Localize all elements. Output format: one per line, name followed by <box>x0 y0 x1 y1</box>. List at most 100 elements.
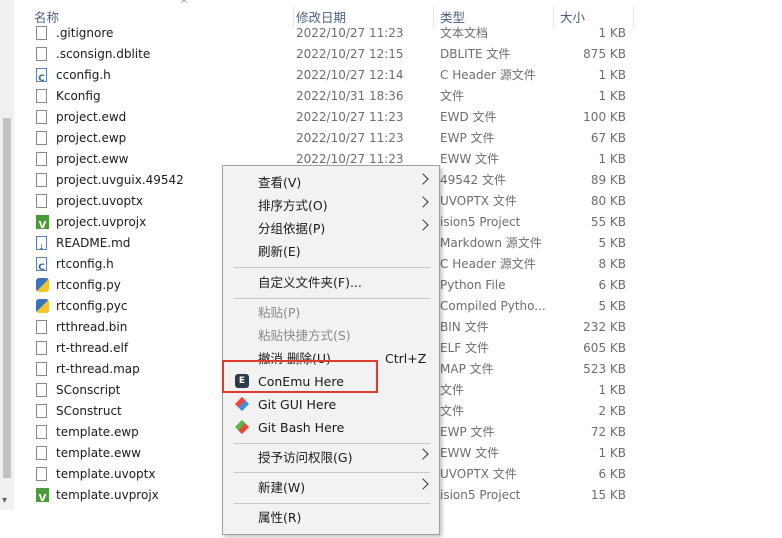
scroll-down-arrow-icon[interactable]: ▾ <box>2 496 7 506</box>
vertical-scrollbar[interactable]: ▾ <box>0 0 14 510</box>
file-date: 2022/10/31 18:36 <box>296 89 404 103</box>
file-size: 6 KB <box>598 467 626 481</box>
file-type: DBLITE 文件 <box>440 47 511 61</box>
file-name: template.ewp <box>56 425 139 439</box>
file-name: project.uvprojx <box>56 215 147 229</box>
file-type: EWW 文件 <box>440 446 500 460</box>
file-row[interactable]: Ccconfig.h 2022/10/27 12:14 C Header 源文件 1 … <box>14 65 782 86</box>
file-type: EWP 文件 <box>440 425 495 439</box>
file-date: 2022/10/27 12:15 <box>296 47 404 61</box>
file-icon <box>36 446 49 461</box>
file-size: 89 KB <box>590 173 626 187</box>
menu-item-git-gui-here[interactable]: Git GUI Here <box>223 393 439 416</box>
file-date: 2022/10/27 12:14 <box>296 68 404 82</box>
file-size: 80 KB <box>590 194 626 208</box>
file-name: rtthread.bin <box>56 320 128 334</box>
file-type: C Header 源文件 <box>440 257 536 271</box>
menu-item-label: Git Bash Here <box>258 420 345 435</box>
file-type: ision5 Project <box>440 215 521 229</box>
chevron-right-icon <box>417 196 429 208</box>
highlight-box <box>222 360 378 393</box>
menu-separator <box>234 267 430 268</box>
menu-item-properties[interactable]: 属性(R) <box>223 506 439 529</box>
menu-item-refresh[interactable]: 刷新(E) <box>223 240 439 263</box>
menu-item-label: 粘贴快捷方式(S) <box>258 328 351 343</box>
file-type: 文本文档 <box>440 26 489 40</box>
c-header-icon: C <box>36 257 49 273</box>
file-icon <box>36 110 49 125</box>
file-name: SConscript <box>56 383 121 397</box>
file-size: 2 KB <box>598 404 626 418</box>
file-icon <box>36 362 49 377</box>
file-size: 100 KB <box>583 110 626 124</box>
menu-item-view[interactable]: 查看(V) <box>223 171 439 194</box>
chevron-right-icon <box>417 173 429 185</box>
file-size: 1 KB <box>598 152 626 166</box>
file-size: 67 KB <box>590 131 626 145</box>
file-type: BIN 文件 <box>440 320 489 334</box>
file-row[interactable]: project.ewd 2022/10/27 11:23 EWD 文件 100 KB <box>14 107 782 128</box>
file-row[interactable]: .sconsign.dblite 2022/10/27 12:15 DBLITE 文… <box>14 44 782 65</box>
context-menu: 查看(V) 排序方式(O) 分组依据(P) 刷新(E) 自定义文件夹(F)...… <box>222 165 440 535</box>
file-icon <box>36 173 49 188</box>
menu-item-label: 自定义文件夹(F)... <box>258 275 362 290</box>
file-icon <box>36 383 49 398</box>
file-row[interactable]: project.ewp 2022/10/27 11:23 EWP 文件 67 KB <box>14 128 782 149</box>
file-icon <box>36 194 49 209</box>
python-icon <box>36 278 49 293</box>
menu-item-paste[interactable]: 粘贴(P) <box>223 301 439 324</box>
file-date: 2022/10/27 11:23 <box>296 131 404 145</box>
file-size: 1 KB <box>598 383 626 397</box>
file-type: 49542 文件 <box>440 173 506 187</box>
file-size: 55 KB <box>590 215 626 229</box>
menu-item-paste-shortcut[interactable]: 粘贴快捷方式(S) <box>223 324 439 347</box>
menu-separator <box>234 503 430 504</box>
menu-item-new[interactable]: 新建(W) <box>223 476 439 499</box>
c-header-icon: C <box>36 68 49 84</box>
uvision-icon: V <box>36 488 49 504</box>
file-type: EWW 文件 <box>440 152 500 166</box>
menu-item-label: 属性(R) <box>258 510 302 525</box>
file-date: 2022/10/27 11:23 <box>296 26 404 40</box>
file-date: 2022/10/27 11:23 <box>296 110 404 124</box>
file-icon <box>36 341 49 356</box>
menu-item-sort[interactable]: 排序方式(O) <box>223 194 439 217</box>
file-size: 1 KB <box>598 89 626 103</box>
file-name: rtconfig.pyc <box>56 299 128 313</box>
menu-item-customize-folder[interactable]: 自定义文件夹(F)... <box>223 271 439 294</box>
file-type: Python File <box>440 278 506 292</box>
chevron-right-icon <box>417 448 429 460</box>
menu-item-git-bash-here[interactable]: Git Bash Here <box>223 416 439 439</box>
menu-item-group[interactable]: 分组依据(P) <box>223 217 439 240</box>
markdown-icon: ↓ <box>36 236 49 252</box>
uvision-icon: V <box>36 215 49 231</box>
menu-item-label: 排序方式(O) <box>258 198 328 213</box>
file-name: template.eww <box>56 446 141 460</box>
file-size: 1 KB <box>598 68 626 82</box>
file-name: README.md <box>56 236 131 250</box>
file-size: 875 KB <box>583 47 626 61</box>
git-bash-icon <box>234 419 250 435</box>
scrollbar-thumb[interactable] <box>3 118 11 478</box>
menu-item-label: 新建(W) <box>258 480 306 495</box>
python-icon <box>36 299 49 314</box>
menu-item-label: 授予访问权限(G) <box>258 450 353 465</box>
menu-item-label: 查看(V) <box>258 175 302 190</box>
file-row[interactable]: Kconfig 2022/10/31 18:36 文件 1 KB <box>14 86 782 107</box>
menu-item-label: 粘贴(P) <box>258 305 301 320</box>
menu-item-grant-access[interactable]: 授予访问权限(G) <box>223 446 439 469</box>
file-type: MAP 文件 <box>440 362 494 376</box>
menu-item-label: Git GUI Here <box>258 397 337 412</box>
file-type: ision5 Project <box>440 488 521 502</box>
file-icon <box>36 425 49 440</box>
file-row[interactable]: .gitignore 2022/10/27 11:23 文本文档 1 KB <box>14 23 782 44</box>
file-name: cconfig.h <box>56 68 111 82</box>
file-name: .sconsign.dblite <box>56 47 151 61</box>
file-name: template.uvoptx <box>56 467 156 481</box>
file-icon <box>36 89 49 104</box>
file-icon <box>36 467 49 482</box>
file-type: EWP 文件 <box>440 131 495 145</box>
file-name: project.ewd <box>56 110 127 124</box>
file-size: 5 KB <box>598 299 626 313</box>
file-size: 5 KB <box>598 236 626 250</box>
